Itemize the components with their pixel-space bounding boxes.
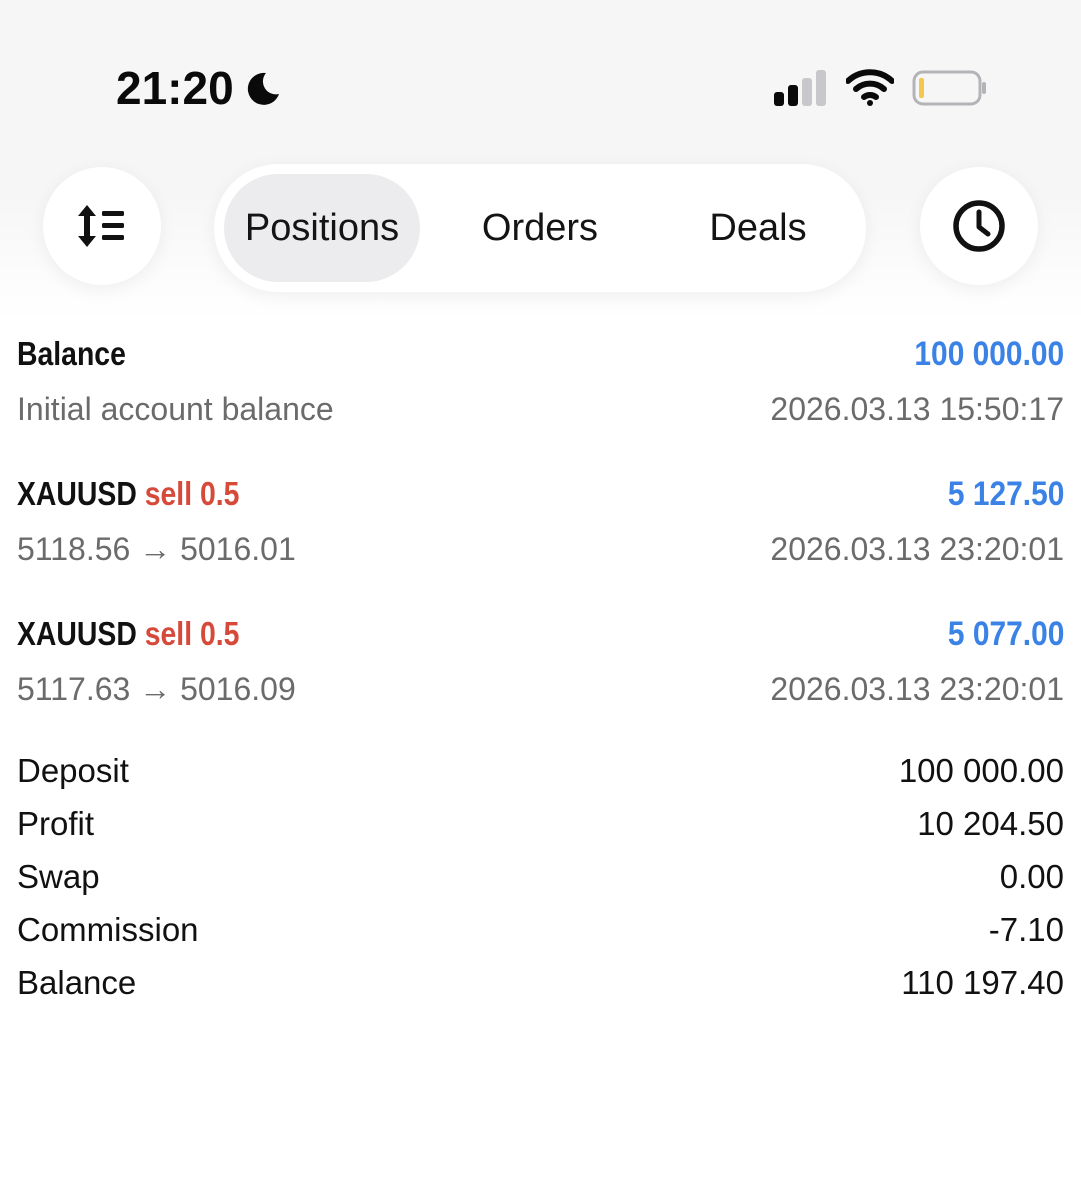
entry-subtitle: Initial account balance [17, 391, 334, 427]
summary-value: 110 197.40 [901, 964, 1064, 1001]
tab-orders[interactable]: Orders [440, 164, 640, 292]
entry-title: XAUUSD sell 0.5 [17, 609, 239, 659]
entry-amount: 5 127.50 [947, 475, 1064, 513]
summary-row-commission: Commission -7.10 [17, 905, 1064, 955]
sort-icon [78, 205, 124, 247]
entry-timestamp: 2026.03.13 23:20:01 [770, 671, 1064, 707]
entry-side: sell [144, 615, 193, 652]
summary-row-deposit: Deposit 100 000.00 [17, 746, 1064, 796]
entry-title: Balance [17, 335, 126, 372]
entry-side: sell [144, 475, 193, 512]
entry-volume: 0.5 [199, 615, 240, 652]
view-segmented-control: Positions Orders Deals [214, 164, 866, 292]
entry-title: XAUUSD sell 0.5 [17, 469, 239, 519]
history-screen: 21:20 Positions Orders Deals Balance 100… [0, 0, 1081, 1200]
summary-value: 100 000.00 [898, 752, 1064, 789]
entry-timestamp: 2026.03.13 15:50:17 [770, 391, 1064, 427]
summary-label: Profit [17, 805, 95, 842]
tab-deals[interactable]: Deals [660, 164, 856, 292]
summary-label: Swap [17, 858, 100, 895]
history-period-button[interactable] [920, 167, 1038, 285]
summary-row-swap: Swap 0.00 [17, 852, 1064, 902]
tab-positions[interactable]: Positions [224, 164, 420, 292]
entry-prices: 5118.56 → 5016.01 [17, 531, 296, 567]
entry-amount: 5 077.00 [947, 615, 1064, 653]
list-item-balance[interactable]: Balance 100 000.00 Initial account balan… [17, 329, 1064, 433]
summary-row-profit: Profit 10 204.50 [17, 799, 1064, 849]
list-item-deal[interactable]: XAUUSD sell 0.5 5 077.00 5117.63 → 5016.… [17, 609, 1064, 713]
clock-icon [953, 200, 1005, 252]
sort-button[interactable] [43, 167, 161, 285]
summary-label: Deposit [17, 752, 129, 789]
entry-timestamp: 2026.03.13 23:20:01 [770, 531, 1064, 567]
summary-label: Balance [17, 964, 137, 1001]
summary-value: 10 204.50 [917, 805, 1064, 842]
list-item-deal[interactable]: XAUUSD sell 0.5 5 127.50 5118.56 → 5016.… [17, 469, 1064, 573]
summary-row-balance: Balance 110 197.40 [17, 958, 1064, 1008]
summary-value: -7.10 [988, 911, 1064, 948]
entry-symbol: XAUUSD [17, 475, 137, 512]
cellular-signal-icon [774, 70, 826, 106]
status-time: 21:20 [116, 62, 234, 114]
entry-volume: 0.5 [199, 475, 240, 512]
wifi-icon [846, 69, 894, 106]
moon-icon [247, 72, 279, 105]
entry-amount: 100 000.00 [914, 335, 1064, 373]
summary-label: Commission [17, 911, 199, 948]
entry-prices: 5117.63 → 5016.09 [17, 671, 296, 707]
battery-icon [912, 70, 986, 106]
summary-value: 0.00 [999, 858, 1064, 895]
entry-symbol: XAUUSD [17, 615, 137, 652]
